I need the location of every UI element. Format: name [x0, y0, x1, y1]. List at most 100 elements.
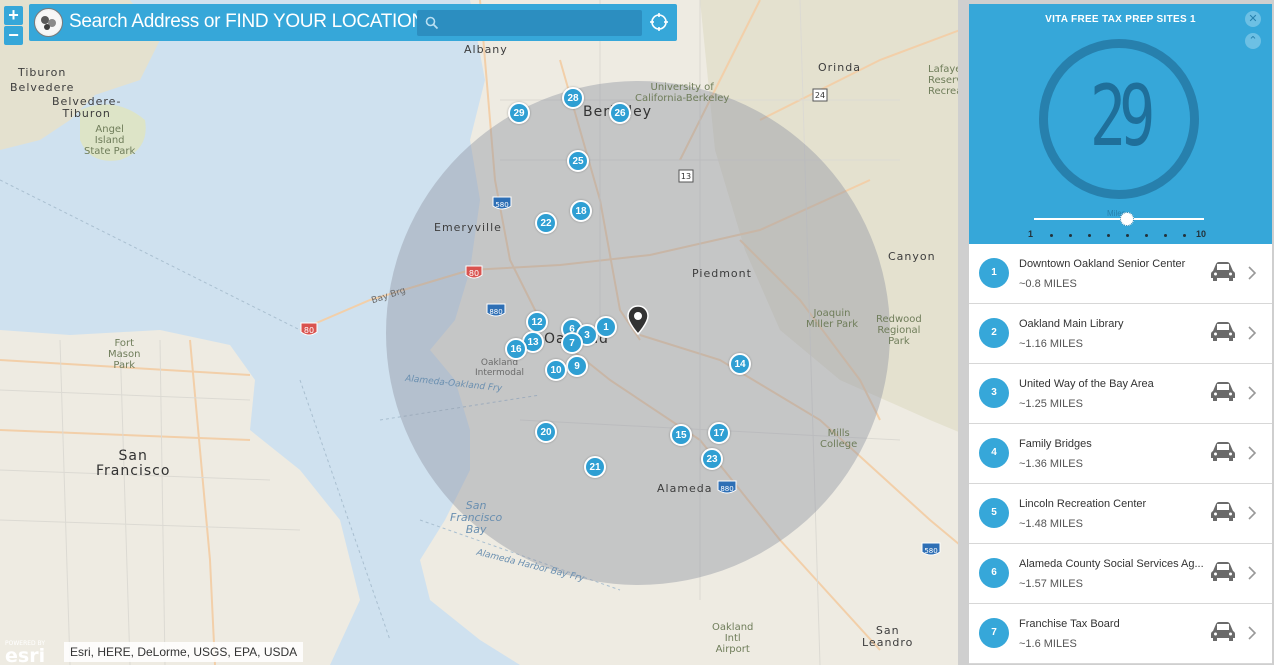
svg-text:580: 580: [924, 547, 937, 555]
site-count: 29: [1089, 67, 1156, 165]
car-icon[interactable]: [1210, 500, 1236, 522]
site-marker[interactable]: 22: [535, 212, 557, 234]
location-pin-icon[interactable]: [627, 305, 649, 335]
svg-text:24: 24: [815, 91, 825, 100]
site-marker[interactable]: 12: [526, 311, 548, 333]
site-row[interactable]: 5 Lincoln Recreation Center ~1.48 MILES: [969, 484, 1272, 544]
site-marker[interactable]: 9: [566, 355, 588, 377]
search-title: Search Address or FIND YOUR LOCATION: [69, 11, 425, 32]
site-distance: ~1.48 MILES: [1019, 518, 1083, 530]
label-oakland-intl: Oakland Intl Airport: [712, 622, 754, 655]
label-albany: Albany: [464, 43, 508, 56]
label-orinda: Orinda: [818, 61, 861, 74]
search-bar: Search Address or FIND YOUR LOCATION: [29, 4, 677, 41]
label-belvedere-tiburon: Belvedere- Tiburon: [52, 95, 122, 120]
shield-880b: 880: [717, 480, 737, 494]
car-icon[interactable]: [1210, 380, 1236, 402]
chevron-right-icon: [1248, 626, 1257, 640]
site-number-badge: 6: [979, 558, 1009, 588]
site-marker[interactable]: 17: [708, 422, 730, 444]
shield-80: 80: [465, 265, 483, 279]
attribution-text: Esri, HERE, DeLorme, USGS, EPA, USDA: [64, 642, 304, 662]
locate-me-icon[interactable]: [649, 12, 669, 32]
site-row[interactable]: 3 United Way of the Bay Area ~1.25 MILES: [969, 364, 1272, 424]
slider-tick: [1050, 234, 1053, 237]
site-name: Downtown Oakland Senior Center: [1019, 258, 1186, 270]
panel-title: VITA FREE TAX PREP SITES 1: [1045, 14, 1196, 25]
svg-text:880: 880: [489, 308, 502, 316]
slider-tick: [1126, 234, 1129, 237]
zoom-out-button[interactable]: −: [4, 26, 23, 45]
site-name: Lincoln Recreation Center: [1019, 498, 1147, 510]
site-marker[interactable]: 16: [505, 338, 527, 360]
chevron-right-icon: [1248, 326, 1257, 340]
site-row[interactable]: 6 Alameda County Social Services Ag... ~…: [969, 544, 1272, 604]
site-marker[interactable]: 14: [729, 353, 751, 375]
svg-text:80: 80: [469, 269, 479, 278]
zoom-in-button[interactable]: +: [4, 6, 23, 25]
close-panel-button[interactable]: ✕: [1245, 11, 1261, 27]
site-row[interactable]: 2 Oakland Main Library ~1.16 MILES: [969, 304, 1272, 364]
shield-880: 880: [486, 303, 506, 317]
results-panel: VITA FREE TAX PREP SITES 1 ✕ ⌃ 29 Miles …: [958, 0, 1274, 665]
site-distance: ~1.25 MILES: [1019, 398, 1083, 410]
site-distance: ~1.16 MILES: [1019, 338, 1083, 350]
site-name: Franchise Tax Board: [1019, 618, 1120, 630]
slider-tick: [1069, 234, 1072, 237]
car-icon[interactable]: [1210, 440, 1236, 462]
slider-tick: [1145, 234, 1148, 237]
panel-header: VITA FREE TAX PREP SITES 1 ✕ ⌃ 29 Miles …: [969, 4, 1272, 244]
site-name: Alameda County Social Services Ag...: [1019, 558, 1204, 570]
radius-slider-thumb[interactable]: [1120, 212, 1134, 226]
site-marker[interactable]: 28: [562, 87, 584, 109]
esri-logo: POWERED BY esri: [5, 640, 45, 665]
site-marker[interactable]: 21: [584, 456, 606, 478]
chevron-right-icon: [1248, 386, 1257, 400]
site-distance: ~1.57 MILES: [1019, 578, 1083, 590]
radius-slider-track[interactable]: [1034, 218, 1204, 220]
label-san-francisco: San Francisco: [96, 448, 171, 479]
site-marker[interactable]: 10: [545, 359, 567, 381]
site-marker[interactable]: 15: [670, 424, 692, 446]
search-input[interactable]: [417, 10, 642, 36]
chevron-right-icon: [1248, 566, 1257, 580]
slider-tick: [1107, 234, 1110, 237]
label-angel-island: Angel Island State Park: [84, 124, 136, 157]
car-icon[interactable]: [1210, 320, 1236, 342]
site-number-badge: 2: [979, 318, 1009, 348]
chevron-right-icon: [1248, 506, 1257, 520]
site-number-badge: 1: [979, 258, 1009, 288]
site-name: Family Bridges: [1019, 438, 1092, 450]
label-oakland-intermodal: Oakland Intermodal: [475, 358, 524, 378]
site-marker[interactable]: 29: [508, 102, 530, 124]
search-icon: [425, 16, 439, 30]
car-icon[interactable]: [1210, 260, 1236, 282]
site-marker[interactable]: 25: [567, 150, 589, 172]
site-marker[interactable]: 20: [535, 421, 557, 443]
site-number-badge: 7: [979, 618, 1009, 648]
svg-text:13: 13: [681, 172, 691, 181]
label-sf-bay: San Francisco Bay: [450, 499, 503, 536]
site-marker[interactable]: 1: [595, 316, 617, 338]
site-number-badge: 4: [979, 438, 1009, 468]
slider-tick: [1088, 234, 1091, 237]
shield-80b: 80: [300, 322, 318, 336]
shield-13: 13: [678, 169, 694, 183]
site-marker[interactable]: 18: [570, 200, 592, 222]
site-marker[interactable]: 23: [701, 448, 723, 470]
site-list: 1 Downtown Oakland Senior Center ~0.8 MI…: [969, 244, 1272, 664]
label-belvedere: Belvedere: [10, 81, 75, 94]
site-distance: ~1.36 MILES: [1019, 458, 1083, 470]
site-row[interactable]: 7 Franchise Tax Board ~1.6 MILES: [969, 604, 1272, 664]
car-icon[interactable]: [1210, 560, 1236, 582]
zoom-controls: + −: [4, 6, 23, 46]
label-san-leandro: San Leandro: [862, 624, 914, 649]
site-marker[interactable]: 7: [561, 332, 583, 354]
label-emeryville: Emeryville: [434, 221, 502, 234]
slider-tick: [1183, 234, 1186, 237]
site-row[interactable]: 4 Family Bridges ~1.36 MILES: [969, 424, 1272, 484]
site-row[interactable]: 1 Downtown Oakland Senior Center ~0.8 MI…: [969, 244, 1272, 304]
car-icon[interactable]: [1210, 620, 1236, 642]
collapse-panel-button[interactable]: ⌃: [1245, 33, 1261, 49]
site-marker[interactable]: 26: [609, 102, 631, 124]
